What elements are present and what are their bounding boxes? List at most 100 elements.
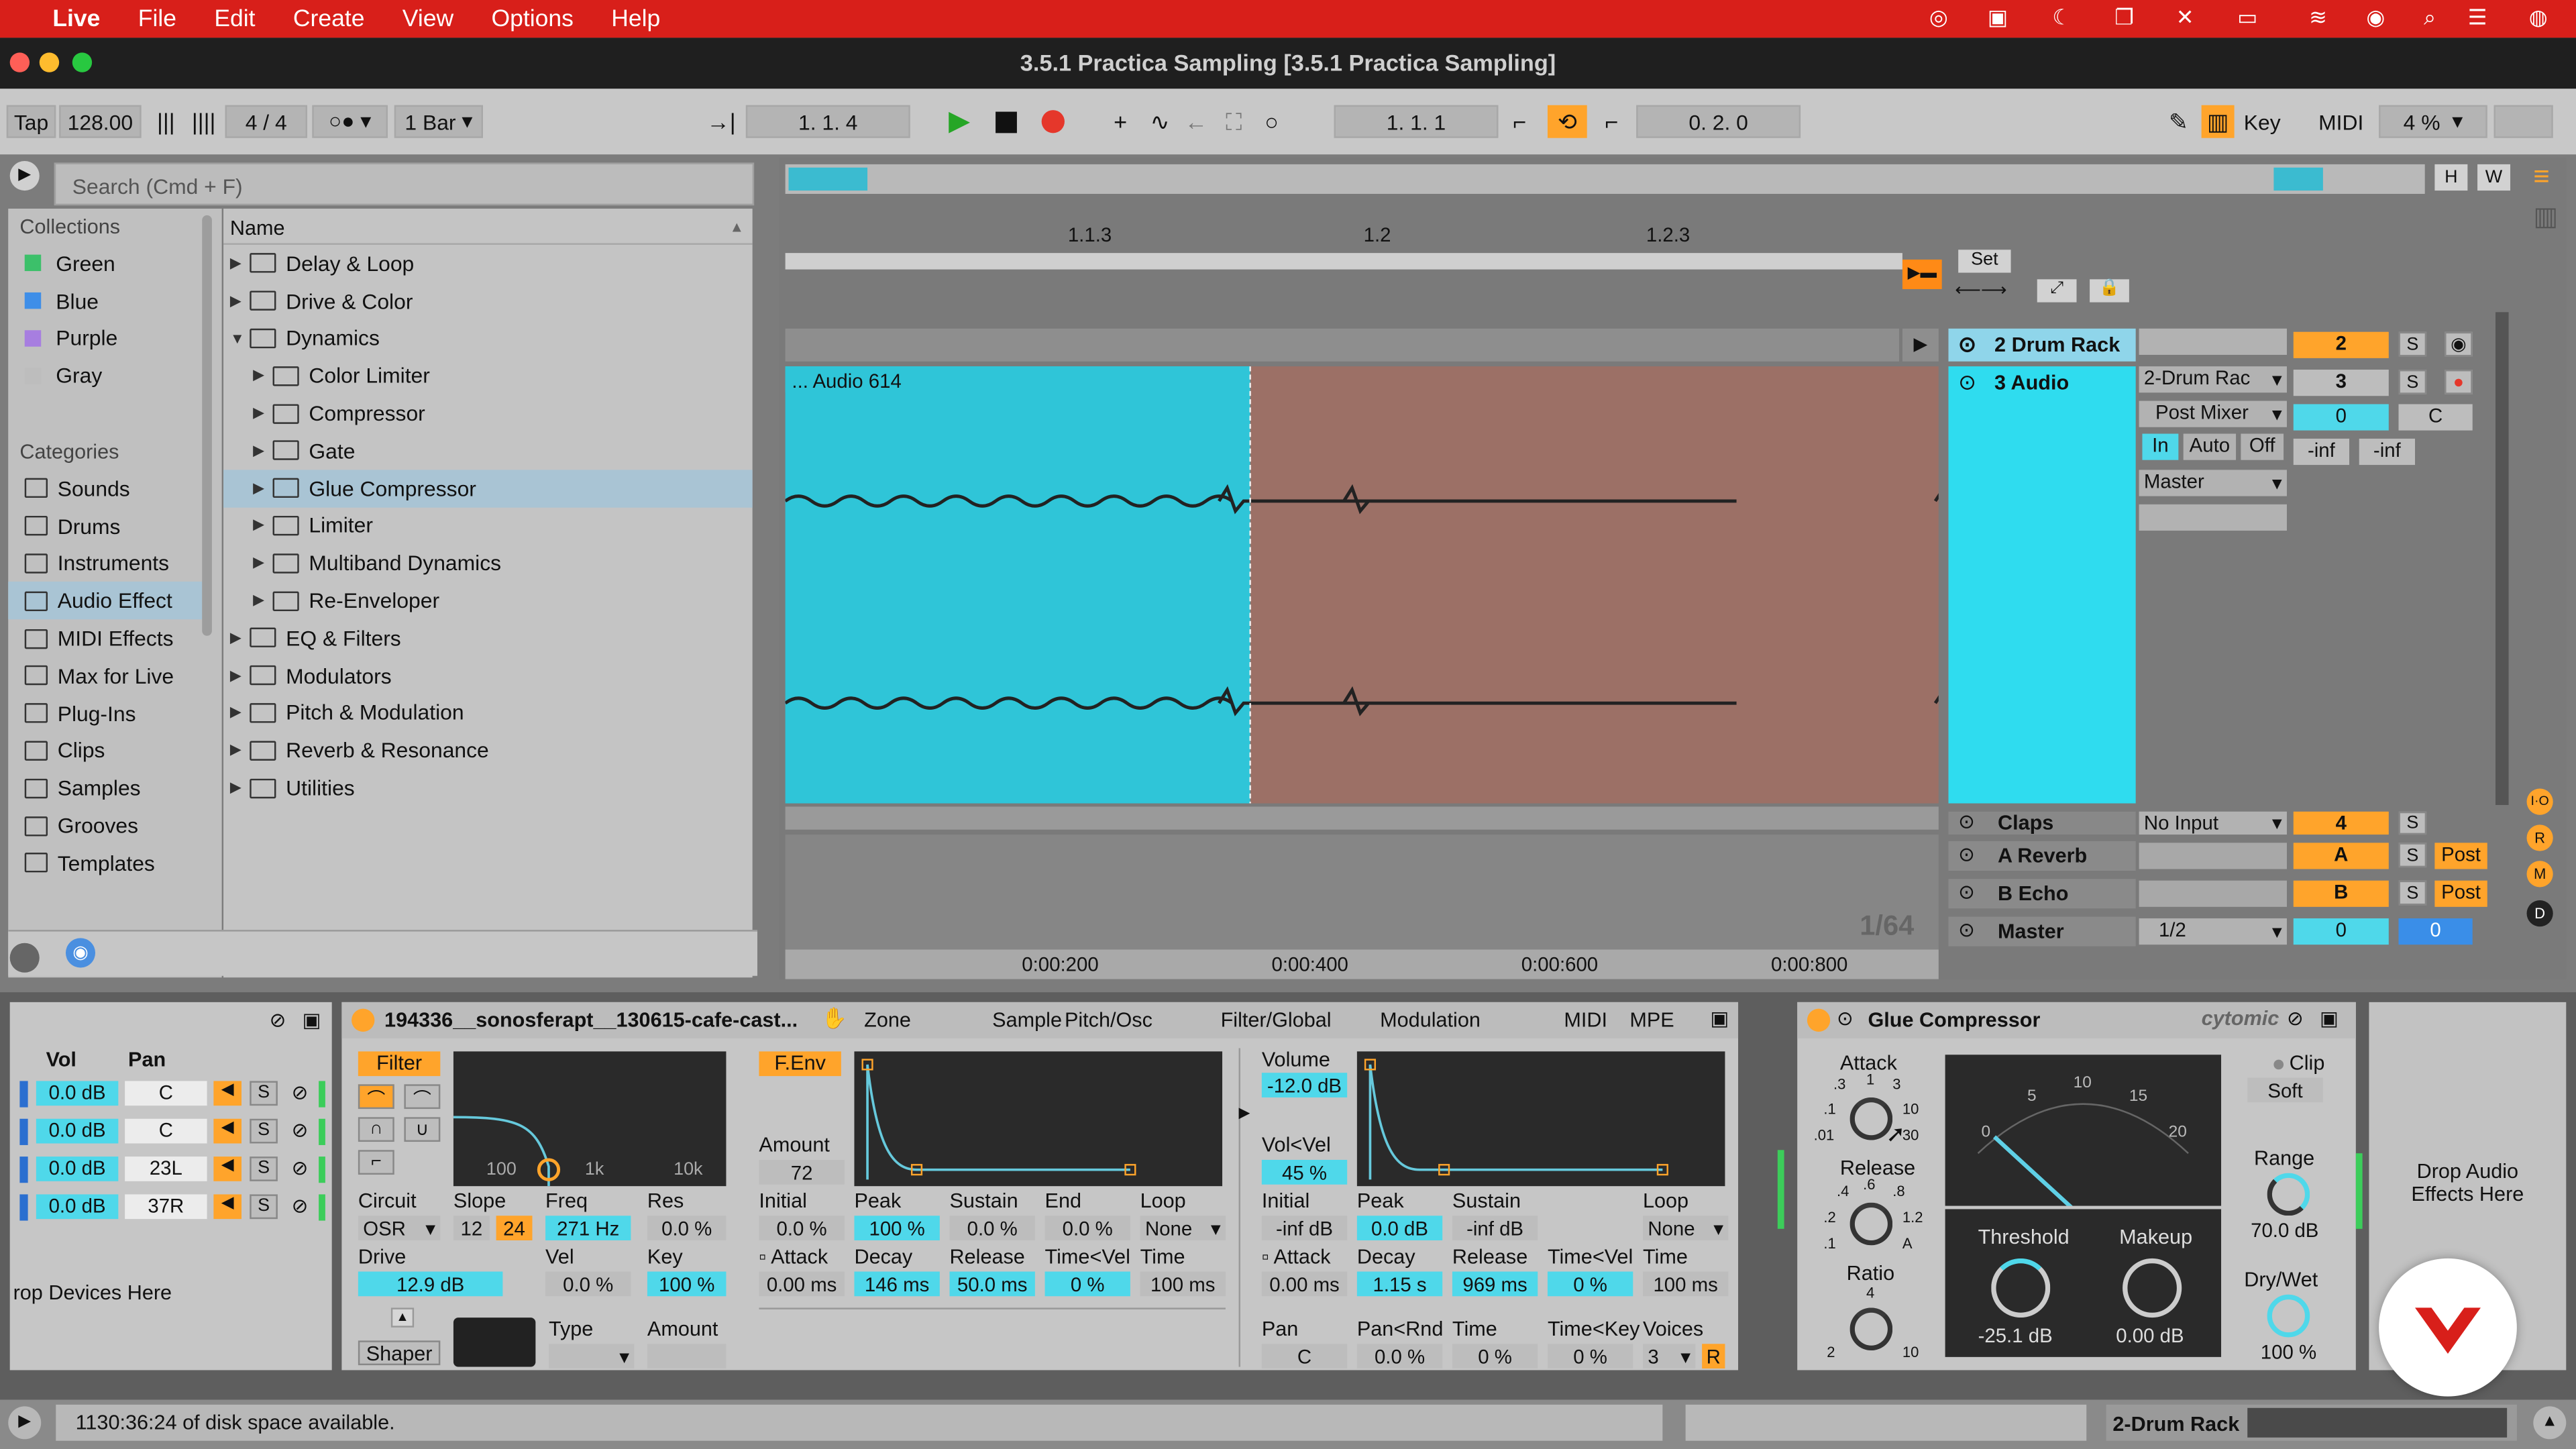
quantize-menu[interactable]: 1 Bar ▾ (394, 105, 483, 138)
filter-toggle[interactable]: Filter (358, 1051, 441, 1077)
slope-24-button[interactable]: 24 (496, 1216, 533, 1240)
hand-icon[interactable]: ✋ (821, 1007, 847, 1032)
env1-initial-field[interactable]: 0.0 % (759, 1216, 845, 1240)
loop-length-field[interactable]: 0. 2. 0 (1636, 105, 1801, 138)
menu-create[interactable]: Create (293, 6, 365, 32)
browser-tree-item[interactable]: ▶ Multiband Dynamics (223, 545, 753, 582)
play-button[interactable]: ▶ (943, 105, 976, 138)
vel-field[interactable]: 0.0 % (545, 1271, 631, 1297)
filter-notch-icon[interactable]: ∪ (404, 1117, 441, 1142)
audio-arm-icon[interactable]: ● (2445, 370, 2473, 394)
chain-hot-swap-icon[interactable]: ⊘ (286, 1157, 314, 1181)
category-item[interactable]: Max for Live (8, 657, 202, 695)
reverb-solo[interactable]: S (2398, 843, 2427, 868)
tab-zone[interactable]: Zone (864, 1009, 911, 1032)
metronome-toggle[interactable]: ○● ▾ (312, 105, 388, 138)
env1-end-field[interactable]: 0.0 % (1044, 1216, 1130, 1240)
chain-pan-field[interactable]: 37R (125, 1194, 207, 1220)
simpler-save-icon[interactable]: ▣ (1710, 1007, 1729, 1030)
glue-hot-swap-icon[interactable]: ⊘ (2287, 1007, 2304, 1030)
claps-solo[interactable]: S (2398, 811, 2427, 835)
res-field[interactable]: 0.0 % (647, 1216, 727, 1240)
browser-tree-item[interactable]: ▼ Dynamics (223, 320, 753, 358)
session-record-icon[interactable]: ○ (1255, 105, 1288, 138)
category-item[interactable]: Plug-Ins (8, 694, 202, 732)
category-item[interactable]: Grooves (8, 807, 202, 845)
audio-input-select[interactable]: 2-Drum Rac ▾ (2139, 366, 2287, 393)
browser-tree-item[interactable]: ▶ Compressor (223, 394, 753, 432)
category-item[interactable]: Clips (8, 732, 202, 769)
expand-arrow-icon[interactable]: ▶ (230, 704, 250, 722)
expand-reverb-icon[interactable]: ⊙ (1958, 843, 1975, 865)
delay-toggle-icon[interactable]: D (2526, 900, 2553, 927)
tab-midi[interactable]: MIDI (1564, 1009, 1607, 1032)
chain-pan-field[interactable]: C (125, 1118, 207, 1144)
expand-arrow-icon[interactable]: ▶ (230, 292, 250, 310)
expand-arrow-icon[interactable]: ▶ (253, 517, 272, 535)
track-header-a-reverb[interactable]: ⊙ A Reverb (1948, 841, 2136, 871)
category-item[interactable]: Sounds (8, 470, 202, 507)
drum-rack-track-number[interactable]: 2 (2293, 331, 2389, 358)
chain-row[interactable]: 0.0 dB 23L ◀ S ⊘ (10, 1153, 332, 1191)
cpu-zoom-field[interactable]: 4 % ▾ (2379, 105, 2487, 138)
category-item[interactable]: Audio Effect (8, 582, 203, 620)
shaper-amount-field[interactable] (647, 1344, 727, 1368)
echo-io[interactable] (2139, 880, 2287, 907)
beat-ruler[interactable]: 1.1.3 1.2 1.2.3 (786, 223, 1935, 246)
expand-arrow-icon[interactable]: ▶ (253, 479, 272, 497)
computer-midi-keyboard-icon[interactable]: ▥ (2201, 105, 2235, 138)
category-item[interactable]: Instruments (8, 545, 202, 582)
track-header-claps[interactable]: ⊙ Claps (1948, 810, 2136, 835)
type-select[interactable]: ▾ (548, 1344, 635, 1368)
collection-item[interactable]: Purple (8, 320, 202, 358)
audio-track-number[interactable]: 3 (2293, 370, 2389, 396)
info-toggle-icon[interactable]: ▶ (8, 1406, 42, 1440)
glue-power-icon[interactable] (1807, 1008, 1831, 1032)
chain-row[interactable]: 0.0 dB 37R ◀ S ⊘ (10, 1191, 332, 1229)
track-header-b-echo[interactable]: ⊙ B Echo (1948, 879, 2136, 909)
expand-claps-icon[interactable]: ⊙ (1958, 810, 1975, 833)
drum-rack-solo[interactable]: S (2398, 331, 2427, 357)
expand-arrow-icon[interactable]: ▶ (230, 741, 250, 759)
tab-sample[interactable]: Sample (992, 1009, 1062, 1032)
makeup-knob[interactable] (2123, 1258, 2182, 1318)
chain-speaker-icon[interactable]: ◀ (213, 1081, 241, 1106)
expand-arrow-icon[interactable]: ▶ (1239, 1104, 1250, 1122)
master-cue-volume-field[interactable]: 0 (2398, 918, 2473, 945)
soft-clip-button[interactable]: Soft (2247, 1077, 2323, 1103)
set-locator-button[interactable]: Set (1958, 250, 2011, 273)
overdub-icon[interactable]: + (1104, 105, 1137, 138)
fenv-toggle[interactable]: F.Env (759, 1051, 841, 1077)
audio-output-channel-select[interactable] (2139, 504, 2287, 531)
chain-row[interactable]: 0.0 dB C ◀ S ⊘ (10, 1078, 332, 1116)
window-icon[interactable]: ❐ (2108, 5, 2141, 31)
stop-button[interactable] (989, 105, 1022, 138)
width-button[interactable]: W (2477, 164, 2511, 191)
browser-tree-item[interactable]: ▶ Delay & Loop (223, 245, 753, 282)
browser-tree-item[interactable]: ▶ Gate (223, 432, 753, 470)
drywet-knob[interactable] (2267, 1294, 2310, 1338)
loop-marker-icon[interactable]: ▶▬ (1902, 259, 1942, 290)
chain-solo-button[interactable]: S (250, 1194, 278, 1220)
threshold-knob[interactable] (1991, 1258, 2051, 1318)
browser-tree-item[interactable]: ▶ Utilities (223, 769, 753, 807)
circuit-select[interactable]: OSR ▾ (358, 1216, 441, 1240)
chain-solo-button[interactable]: S (250, 1118, 278, 1144)
app-status-icon[interactable]: ◎ (1922, 5, 1955, 31)
automation-arm-icon[interactable]: ∿ (1143, 105, 1176, 138)
chain-speaker-icon[interactable]: ◀ (213, 1157, 241, 1181)
menu-view[interactable]: View (402, 6, 453, 32)
env1-release-field[interactable]: 50.0 ms (949, 1271, 1035, 1297)
time-signature-field[interactable]: 4 / 4 (225, 105, 307, 138)
chain-solo-button[interactable]: S (250, 1157, 278, 1181)
arrangement-position-field[interactable]: 1. 1. 4 (745, 105, 910, 138)
browser-tree-item[interactable]: ▶ Modulators (223, 657, 753, 694)
help-toggle-icon[interactable] (9, 943, 40, 973)
returns-toggle-icon[interactable]: R (2526, 824, 2553, 851)
master-cue-select[interactable]: 1/2 ▾ (2139, 918, 2287, 945)
env2-timevel-field[interactable]: 0 % (1547, 1271, 1633, 1297)
io-toggle-icon[interactable]: I·O (2526, 788, 2553, 815)
expand-icon[interactable]: ⤢ (2037, 279, 2077, 303)
env2-attack-field[interactable]: 0.00 ms (1261, 1271, 1348, 1297)
chain-pan-field[interactable]: C (125, 1081, 207, 1106)
